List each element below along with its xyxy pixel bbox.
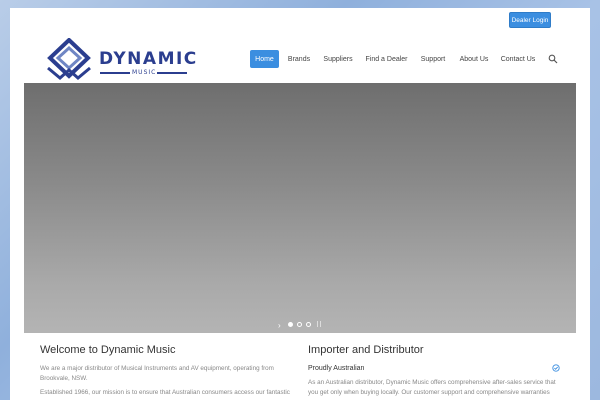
check-circle-icon[interactable] [552, 364, 560, 372]
nav-item-support[interactable]: Support [417, 50, 449, 68]
slider-next-arrow-icon[interactable]: › [278, 321, 281, 330]
nav-item-suppliers[interactable]: Suppliers [320, 50, 356, 68]
slider-pause-icon[interactable] [317, 321, 321, 327]
nav-item-about-us[interactable]: About Us [456, 50, 492, 68]
search-icon[interactable] [548, 54, 558, 64]
welcome-title: Welcome to Dynamic Music [40, 344, 176, 356]
importer-paragraph-1: As an Australian distributor, Dynamic Mu… [308, 379, 556, 396]
dealer-login-button[interactable]: Dealer Login [509, 12, 551, 28]
nav-item-home[interactable]: Home [250, 50, 279, 68]
welcome-paragraph-2: Established 1966, our mission is to ensu… [40, 389, 290, 396]
nav-item-contact-us[interactable]: Contact Us [498, 50, 538, 68]
nav-item-find-a-dealer[interactable]: Find a Dealer [363, 50, 410, 68]
nav-item-brands[interactable]: Brands [284, 50, 314, 68]
logo-divider-left [100, 72, 130, 74]
slider-dot-2[interactable] [297, 322, 302, 327]
welcome-paragraph-1: We are a major distributor of Musical In… [40, 365, 274, 382]
slider-dot-3[interactable] [306, 322, 311, 327]
logo-subtitle: MUSIC [132, 69, 157, 76]
slider-dot-1[interactable] [288, 322, 293, 327]
importer-title: Importer and Distributor [308, 344, 424, 356]
hero-slider[interactable]: › [24, 83, 576, 333]
logo-divider-right [157, 72, 187, 74]
main-nav: Home Brands Suppliers Find a Dealer Supp… [10, 50, 590, 68]
importer-subtitle: Proudly Australian [308, 365, 365, 372]
page-container: Dealer Login DYNAMIC MUSIC Home Brands S… [10, 8, 590, 400]
